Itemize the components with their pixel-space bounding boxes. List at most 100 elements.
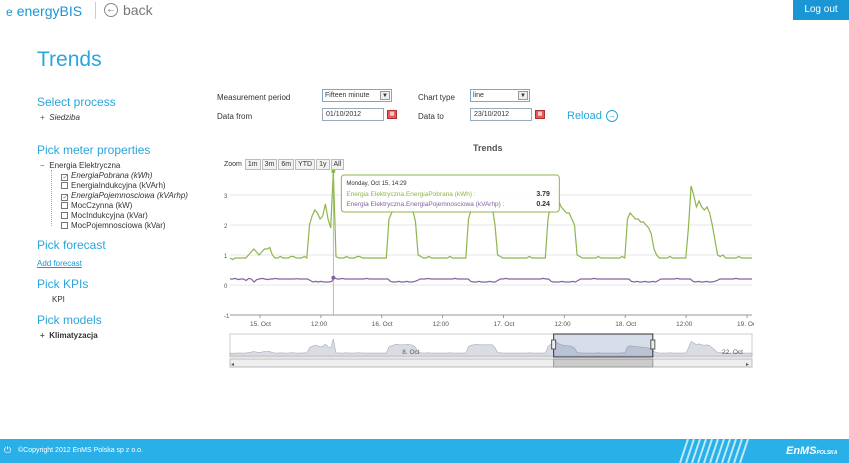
select-process-heading: Select process	[37, 95, 116, 109]
meter-item-moc-indukcyjna[interactable]: MocIndukcyjna (kVar)	[61, 211, 148, 220]
meter-label: EnergiaPobrana (kWh)	[71, 171, 153, 180]
zoom-6m-button[interactable]: 6m	[278, 159, 295, 170]
navigator-label: 22. Oct	[722, 349, 743, 356]
meter-item-moc-czynna[interactable]: MocCzynna (kW)	[61, 201, 132, 210]
meter-label: MocIndukcyjna (kVar)	[71, 211, 148, 220]
zoom-bar: Zoom 1m 3m 6m YTD 1y All	[224, 159, 345, 170]
meter-item-energia-indukcyjna[interactable]: EnergiaIndukcyjna (kVArh)	[61, 181, 166, 190]
back-label: back	[123, 2, 153, 18]
logout-button[interactable]: Log out	[793, 0, 849, 20]
x-tick-label: 19. Oc	[737, 321, 754, 328]
x-tick-label: 12:00	[676, 321, 693, 328]
enms-logo: EnMSPOLSKA	[786, 445, 837, 457]
date-to-label: Data to	[418, 112, 444, 121]
chart-type-select[interactable]: line ▼	[470, 89, 530, 102]
tooltip-value: 0.24	[536, 201, 550, 208]
x-tick-label: 16. Oct	[372, 321, 393, 328]
x-tick-label: 15. Oct	[250, 321, 271, 328]
model-item-klimatyzacja[interactable]: + Klimatyzacja	[40, 331, 98, 340]
meter-item-energia-pobrana[interactable]: ✓ EnergiaPobrana (kWh)	[61, 171, 152, 181]
decorative-stripes	[679, 439, 749, 463]
kpi-label: KPI	[52, 295, 65, 304]
scrollbar-thumb[interactable]	[553, 358, 654, 368]
measurement-period-select[interactable]: Fifteen minute ▼	[322, 89, 392, 102]
back-arrow-icon: ←	[104, 3, 118, 17]
chevron-down-icon: ▼	[518, 91, 528, 100]
tooltip-point-1	[331, 275, 336, 280]
page-title: Trends	[37, 48, 102, 71]
pick-forecast-heading: Pick forecast	[37, 238, 106, 252]
y-tick-label: 3	[224, 194, 228, 200]
kpi-item[interactable]: KPI	[52, 295, 65, 304]
add-forecast-link[interactable]: Add forecast	[37, 259, 82, 268]
expand-icon[interactable]: +	[40, 113, 47, 122]
checkbox[interactable]	[61, 222, 68, 229]
y-tick-label: -1	[224, 314, 230, 320]
zoom-ytd-button[interactable]: YTD	[295, 159, 316, 170]
tooltip-series-name: Energia Elektryczna.EnergiaPobrana (kWh)…	[346, 191, 476, 198]
scroll-left-icon[interactable]: ◂	[231, 362, 234, 368]
meter-item-moc-pojemnosciowa[interactable]: MocPojemnosciowa (kVar)	[61, 221, 166, 230]
meter-label: MocCzynna (kW)	[71, 201, 133, 210]
brand-logo[interactable]: e energyBIS	[6, 3, 82, 19]
chart-type-label: Chart type	[418, 93, 455, 102]
measurement-period-label: Measurement period	[217, 93, 291, 102]
x-tick-label: 12:00	[311, 321, 328, 328]
calendar-icon[interactable]: ▦	[535, 110, 545, 119]
scroll-right-icon[interactable]: ▸	[746, 362, 749, 368]
meter-label: EnergiaIndukcyjna (kVArh)	[71, 181, 166, 190]
expand-icon[interactable]: +	[40, 331, 47, 340]
navigator-label: 8. Oct	[402, 349, 420, 356]
y-tick-label: 0	[224, 284, 228, 290]
checkbox-checked[interactable]: ✓	[61, 194, 68, 201]
scrollbar-track[interactable]	[229, 358, 753, 368]
checkbox[interactable]	[61, 202, 68, 209]
zoom-all-button[interactable]: All	[330, 159, 345, 170]
checkbox-checked[interactable]: ✓	[61, 174, 68, 181]
pick-kpis-heading: Pick KPIs	[37, 277, 89, 291]
collapse-icon[interactable]: −	[40, 161, 47, 170]
y-tick-label: 1	[224, 254, 228, 260]
zoom-label: Zoom	[224, 161, 242, 168]
tooltip-point-0	[331, 170, 336, 174]
tooltip-value: 3.79	[536, 191, 550, 198]
back-button[interactable]: ← back	[104, 2, 153, 18]
process-item-siedziba[interactable]: + Siedziba	[40, 113, 80, 122]
x-tick-label: 17. Oct	[494, 321, 515, 328]
model-label: Klimatyzacja	[49, 331, 98, 340]
y-tick-label: 2	[224, 224, 228, 230]
logo-text: EnMS	[786, 445, 817, 457]
period-value: Fifteen minute	[325, 92, 370, 99]
x-tick-label: 12:00	[433, 321, 450, 328]
date-from-label: Data from	[217, 112, 253, 121]
date-to-input[interactable]: 23/10/2012	[470, 108, 532, 121]
zoom-1y-button[interactable]: 1y	[316, 159, 330, 170]
calendar-icon[interactable]: ▦	[387, 110, 397, 119]
zoom-1m-button[interactable]: 1m	[244, 159, 261, 170]
date-from-input[interactable]: 01/10/2012	[322, 108, 384, 121]
navigator-handle-left[interactable]	[551, 339, 557, 350]
reload-button[interactable]: Reload →	[567, 110, 618, 122]
header-divider	[95, 2, 96, 19]
tooltip-series-name: Energia Elektryczna.EnergiaPojemnosciowa…	[346, 201, 504, 208]
checkbox[interactable]	[61, 212, 68, 219]
trend-chart[interactable]: 3 2 1 0 -1 15. Oct 12:00 16. Oct 12:00 17. Oct 12:…	[222, 170, 754, 368]
x-tick-label: 18. Oct	[615, 321, 636, 328]
brand-name: energyBIS	[16, 3, 83, 19]
tree-connector	[51, 170, 52, 226]
navigator-selection[interactable]	[553, 333, 654, 358]
meter-item-energia-pojemnosciowa[interactable]: ✓ EnergiaPojemnosciowa (kVArhp)	[61, 191, 188, 201]
reload-label: Reload	[567, 110, 602, 122]
power-icon: ⏻	[4, 445, 12, 455]
meter-label: EnergiaPojemnosciowa (kVArhp)	[71, 191, 188, 200]
navigator-handle-right[interactable]	[650, 339, 656, 350]
checkbox[interactable]	[61, 182, 68, 189]
meter-root[interactable]: − Energia Elektryczna	[40, 161, 120, 170]
series-line-1[interactable]	[230, 277, 752, 283]
copyright-text: ©Copyright 2012 EnMS Polska sp z o.o.	[18, 447, 143, 454]
zoom-3m-button[interactable]: 3m	[261, 159, 278, 170]
chart-title: Trends	[473, 143, 503, 153]
x-tick-label: 12:00	[554, 321, 571, 328]
meter-root-label: Energia Elektryczna	[49, 161, 121, 170]
top-bar: e energyBIS ← back Log out	[0, 0, 849, 22]
